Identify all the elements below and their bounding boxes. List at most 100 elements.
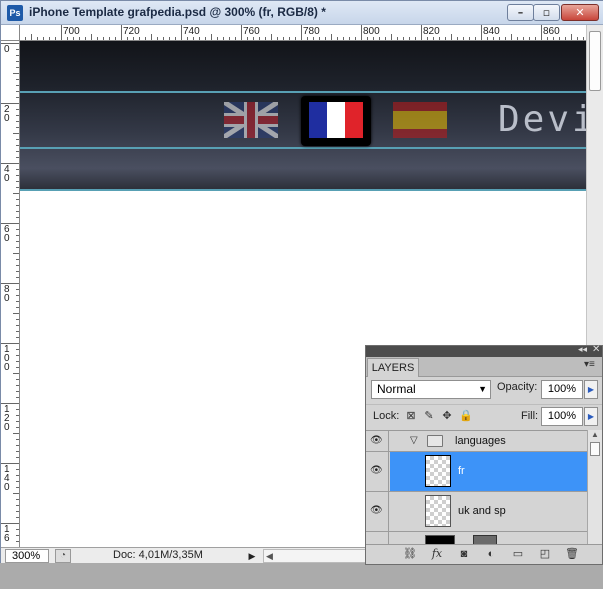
ruler-tick xyxy=(331,34,332,40)
fill-slider-button[interactable]: ▶ xyxy=(584,407,598,426)
ruler-tick xyxy=(235,37,236,40)
close-icon[interactable]: ✕ xyxy=(592,344,600,355)
minimize-icon: – xyxy=(517,6,524,19)
panel-header[interactable]: ◂◂ ✕ xyxy=(366,344,602,357)
zoom-field[interactable]: 300% xyxy=(5,549,49,563)
layer-row[interactable]: 👁 ▽ languages xyxy=(366,431,587,452)
ruler-tick xyxy=(16,427,19,428)
ruler-tick xyxy=(16,451,19,452)
ruler-tick xyxy=(16,301,19,302)
ruler-tick xyxy=(145,37,146,40)
guide-line[interactable] xyxy=(20,189,586,191)
scroll-thumb[interactable] xyxy=(590,442,600,456)
tab-layers[interactable]: LAYERS xyxy=(367,358,419,377)
ruler-tick xyxy=(16,541,19,542)
new-group-icon[interactable]: ▭ xyxy=(511,547,525,561)
trash-icon[interactable]: 🗑 xyxy=(565,547,579,561)
layer-row[interactable]: 👁 uk and sp xyxy=(366,492,587,532)
ruler-tick xyxy=(571,34,572,40)
ruler-tick xyxy=(16,397,19,398)
opacity-slider-button[interactable]: ▶ xyxy=(584,380,598,399)
scroll-up-icon[interactable]: ▲ xyxy=(591,430,599,439)
ruler-tick xyxy=(16,445,19,446)
ruler-tick xyxy=(493,37,494,40)
ruler-tick xyxy=(16,319,19,320)
panel-tab-row: LAYERS ▾≡ xyxy=(366,357,602,377)
collapse-icon[interactable]: ◂◂ xyxy=(578,344,587,355)
close-button[interactable]: ✕ xyxy=(561,4,599,21)
new-layer-icon[interactable]: ◰ xyxy=(538,547,552,561)
ruler-tick xyxy=(16,151,19,152)
ruler-tick xyxy=(16,307,19,308)
ruler-label: 60 xyxy=(4,224,10,244)
ruler-tick xyxy=(16,205,19,206)
ruler-label: 0 xyxy=(4,44,10,55)
visibility-toggle[interactable]: 👁 xyxy=(366,492,389,531)
ruler-origin[interactable] xyxy=(1,25,20,41)
minimize-button[interactable]: – xyxy=(507,4,534,21)
ruler-tick xyxy=(547,37,548,40)
ruler-label: 140 xyxy=(4,464,10,493)
ruler-tick xyxy=(79,37,80,40)
ruler-tick xyxy=(559,37,560,40)
opacity-field[interactable]: 100% xyxy=(541,380,583,399)
visibility-toggle[interactable]: 👁 xyxy=(366,431,389,451)
ruler-tick xyxy=(16,91,19,92)
fill-field[interactable]: 100% xyxy=(541,407,583,426)
ruler-tick xyxy=(421,25,422,40)
ruler-label: 80 xyxy=(4,284,10,304)
ruler-tick xyxy=(271,34,272,40)
info-menu-arrow-icon[interactable]: ▶ xyxy=(245,549,259,563)
ruler-tick xyxy=(217,37,218,40)
adjustment-layer-icon[interactable]: ◐ xyxy=(484,547,498,561)
ruler-tick xyxy=(16,235,19,236)
add-mask-icon[interactable]: ◙ xyxy=(457,547,471,561)
lock-transparency-icon[interactable]: ⊠ xyxy=(405,410,417,422)
scroll-left-icon[interactable]: ◀ xyxy=(266,550,273,562)
blend-mode-select[interactable]: Normal ▼ xyxy=(371,380,491,399)
ruler-tick xyxy=(49,37,50,40)
link-layers-icon[interactable]: ⛓ xyxy=(403,547,417,561)
panel-menu-icon[interactable]: ▾≡ xyxy=(584,359,595,370)
ruler-tick xyxy=(433,37,434,40)
layer-list-scrollbar[interactable]: ▲ xyxy=(587,430,602,544)
expand-caret-icon[interactable]: ▽ xyxy=(410,435,418,446)
ruler-tick xyxy=(151,34,152,40)
layers-panel: ◂◂ ✕ LAYERS ▾≡ Normal ▼ Opacity: 100% ▶ … xyxy=(365,344,603,565)
layer-style-icon[interactable]: fx xyxy=(430,547,444,561)
layer-name: languages xyxy=(455,435,506,447)
visibility-toggle[interactable]: 👁 xyxy=(366,452,389,491)
ruler-tick xyxy=(16,241,19,242)
lock-pixels-icon[interactable]: ✎ xyxy=(423,410,435,422)
ruler-tick xyxy=(307,37,308,40)
ruler-tick xyxy=(355,37,356,40)
navigator-icon[interactable]: ◔ xyxy=(55,549,71,563)
ruler-tick xyxy=(16,271,19,272)
ruler-tick xyxy=(13,493,19,494)
vertical-ruler[interactable]: 0 20 40 60 80 100 120 140 16 xyxy=(1,41,20,547)
ruler-tick xyxy=(373,37,374,40)
scroll-thumb[interactable] xyxy=(589,31,601,91)
ruler-tick xyxy=(16,217,19,218)
close-icon: ✕ xyxy=(575,6,585,19)
title-bar[interactable]: Ps iPhone Template grafpedia.psd @ 300% … xyxy=(1,1,603,25)
ruler-tick xyxy=(523,37,524,40)
ruler-tick xyxy=(13,433,19,434)
ruler-label: 840 xyxy=(483,26,500,37)
ruler-tick xyxy=(16,115,19,116)
ruler-label: 20 xyxy=(4,104,10,124)
maximize-button[interactable]: ▫ xyxy=(533,4,560,21)
horizontal-scrollbar[interactable]: ◀ xyxy=(263,549,367,563)
lock-position-icon[interactable]: ✥ xyxy=(441,410,453,422)
visibility-toggle[interactable] xyxy=(366,532,389,544)
ruler-tick xyxy=(16,145,19,146)
layer-row-selected[interactable]: 👁 fr xyxy=(366,452,587,492)
lock-all-icon[interactable]: 🔒 xyxy=(459,410,473,422)
guide-line[interactable] xyxy=(20,147,586,149)
ruler-label: 740 xyxy=(183,26,200,37)
ruler-tick xyxy=(16,265,19,266)
horizontal-ruler[interactable]: 700 720 740 760 780 800 820 840 860 xyxy=(20,25,586,41)
layer-row[interactable] xyxy=(366,532,587,544)
guide-line[interactable] xyxy=(20,91,586,93)
ruler-label: 100 xyxy=(4,344,10,373)
